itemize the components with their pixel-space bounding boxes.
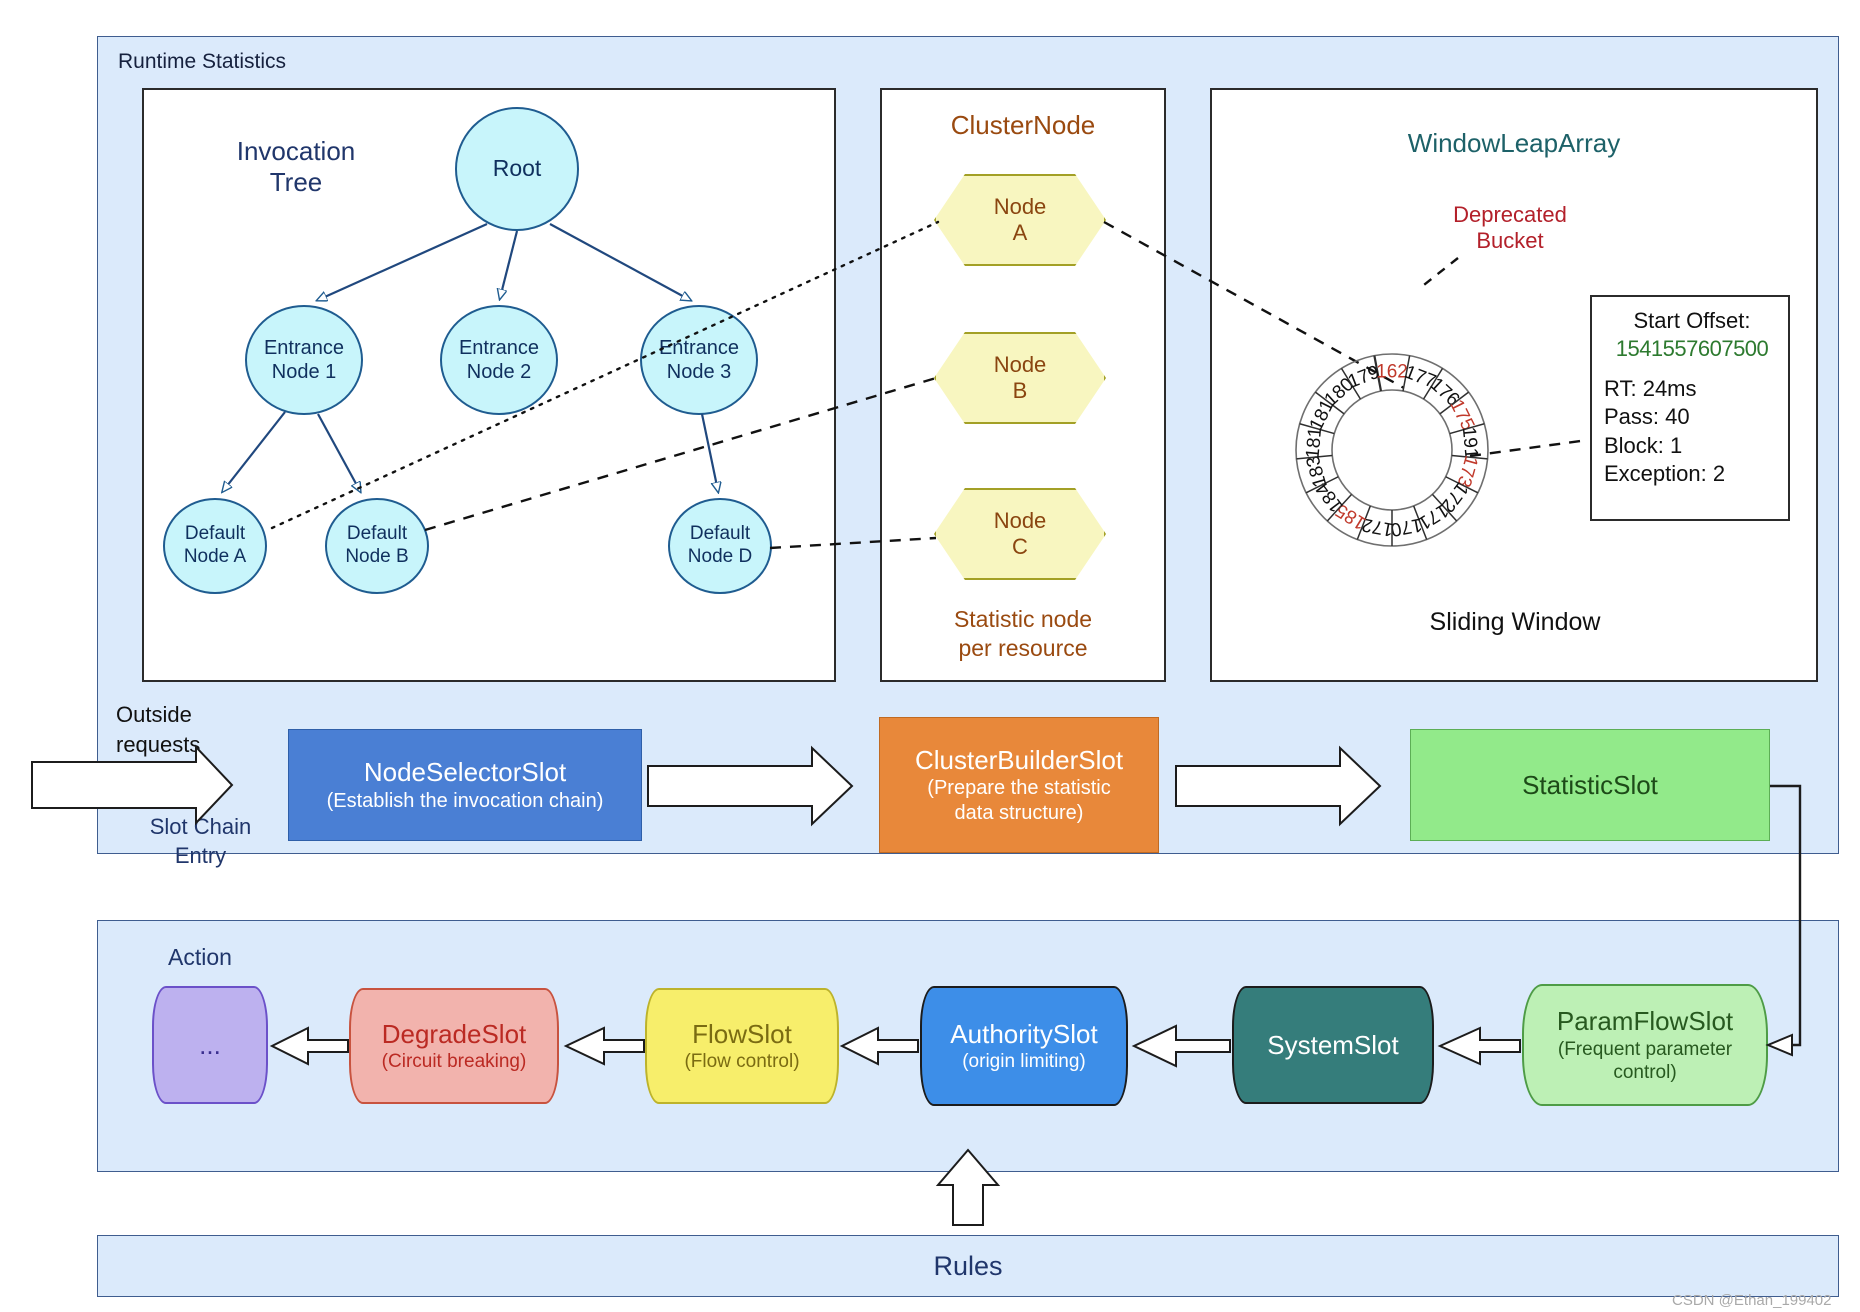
action-slot-system[interactable]: SystemSlot [1232, 986, 1434, 1104]
action-slot-flow-name: FlowSlot [692, 1018, 792, 1049]
tree-node-root[interactable]: Root [455, 107, 579, 231]
tree-node-entrance-2[interactable]: Entrance Node 2 [440, 305, 558, 415]
start-offset-label: Start Offset: [1633, 308, 1751, 333]
outside-requests-label: Outside requests [116, 702, 201, 757]
action-slot-flow-sub: (Flow control) [684, 1051, 800, 1073]
sliding-window-caption: Sliding Window [1429, 608, 1601, 636]
action-label: Action [168, 944, 232, 970]
cluster-hexagon-node-a[interactable]: Node A [934, 174, 1106, 266]
action-slot-param-flow[interactable]: ParamFlowSlot (Frequent parameter control… [1522, 984, 1768, 1106]
slot-cluster-builder-sub: (Prepare the statistic data structure) [927, 777, 1111, 825]
slot-cluster-builder[interactable]: ClusterBuilderSlot (Prepare the statisti… [879, 717, 1159, 853]
tree-node-default-d[interactable]: Default Node D [668, 498, 772, 594]
bucket-info-card: Start Offset: 1541557607500 RT: 24ms Pas… [1590, 295, 1790, 521]
action-slot-authority[interactable]: AuthoritySlot (origin limiting) [920, 986, 1128, 1106]
cluster-node-title: ClusterNode [950, 110, 1096, 140]
cluster-node-caption: Statistic node per resource [953, 606, 1093, 661]
action-slot-authority-sub: (origin limiting) [962, 1051, 1086, 1073]
slot-statistic[interactable]: StatisticSlot [1410, 729, 1770, 841]
cluster-hexagon-node-b[interactable]: Node B [934, 332, 1106, 424]
tree-node-entrance-1[interactable]: Entrance Node 1 [245, 305, 363, 415]
watermark: CSDN @Ethan_199402 [1672, 1292, 1832, 1309]
action-slot-ellipsis[interactable]: ... [152, 986, 268, 1104]
bucket-pass: Pass: 40 [1604, 404, 1690, 430]
slot-cluster-builder-name: ClusterBuilderSlot [914, 744, 1124, 775]
invocation-tree-title: Invocation Tree [236, 136, 356, 197]
deprecated-bucket-label: Deprecated Bucket [1453, 202, 1567, 254]
slot-node-selector-sub: (Establish the invocation chain) [326, 789, 604, 812]
bucket-rt: RT: 24ms [1604, 376, 1697, 402]
slot-statistic-name: StatisticSlot [1522, 769, 1658, 800]
action-slot-system-name: SystemSlot [1267, 1029, 1399, 1060]
action-slot-degrade[interactable]: DegradeSlot (Circuit breaking) [349, 988, 559, 1104]
tree-node-entrance-3[interactable]: Entrance Node 3 [640, 305, 758, 415]
action-slot-flow[interactable]: FlowSlot (Flow control) [645, 988, 839, 1104]
action-slot-authority-name: AuthoritySlot [950, 1018, 1098, 1049]
action-slot-param-flow-name: ParamFlowSlot [1556, 1006, 1734, 1036]
slot-node-selector[interactable]: NodeSelectorSlot (Establish the invocati… [288, 729, 642, 841]
action-slot-degrade-sub: (Circuit breaking) [381, 1051, 527, 1073]
tree-node-default-b[interactable]: Default Node B [325, 498, 429, 594]
action-slot-ellipsis-name: ... [199, 1029, 221, 1060]
cluster-hexagon-node-c[interactable]: Node C [934, 488, 1106, 580]
start-offset-value: 1541557607500 [1615, 336, 1769, 362]
action-slot-param-flow-sub: (Frequent parameter control) [1557, 1038, 1733, 1084]
rules-panel: Rules [97, 1235, 1839, 1297]
tree-node-default-a[interactable]: Default Node A [163, 498, 267, 594]
slot-chain-entry-label: Slot Chain Entry [149, 814, 252, 868]
bucket-block: Block: 1 [1604, 432, 1683, 458]
window-leap-array-title: WindowLeapArray [1407, 128, 1621, 158]
bucket-exception: Exception: 2 [1604, 460, 1726, 486]
action-slot-degrade-name: DegradeSlot [381, 1018, 527, 1049]
rules-label: Rules [933, 1250, 1003, 1281]
runtime-statistics-label: Runtime Statistics [118, 50, 287, 73]
slot-node-selector-name: NodeSelectorSlot [363, 757, 567, 788]
